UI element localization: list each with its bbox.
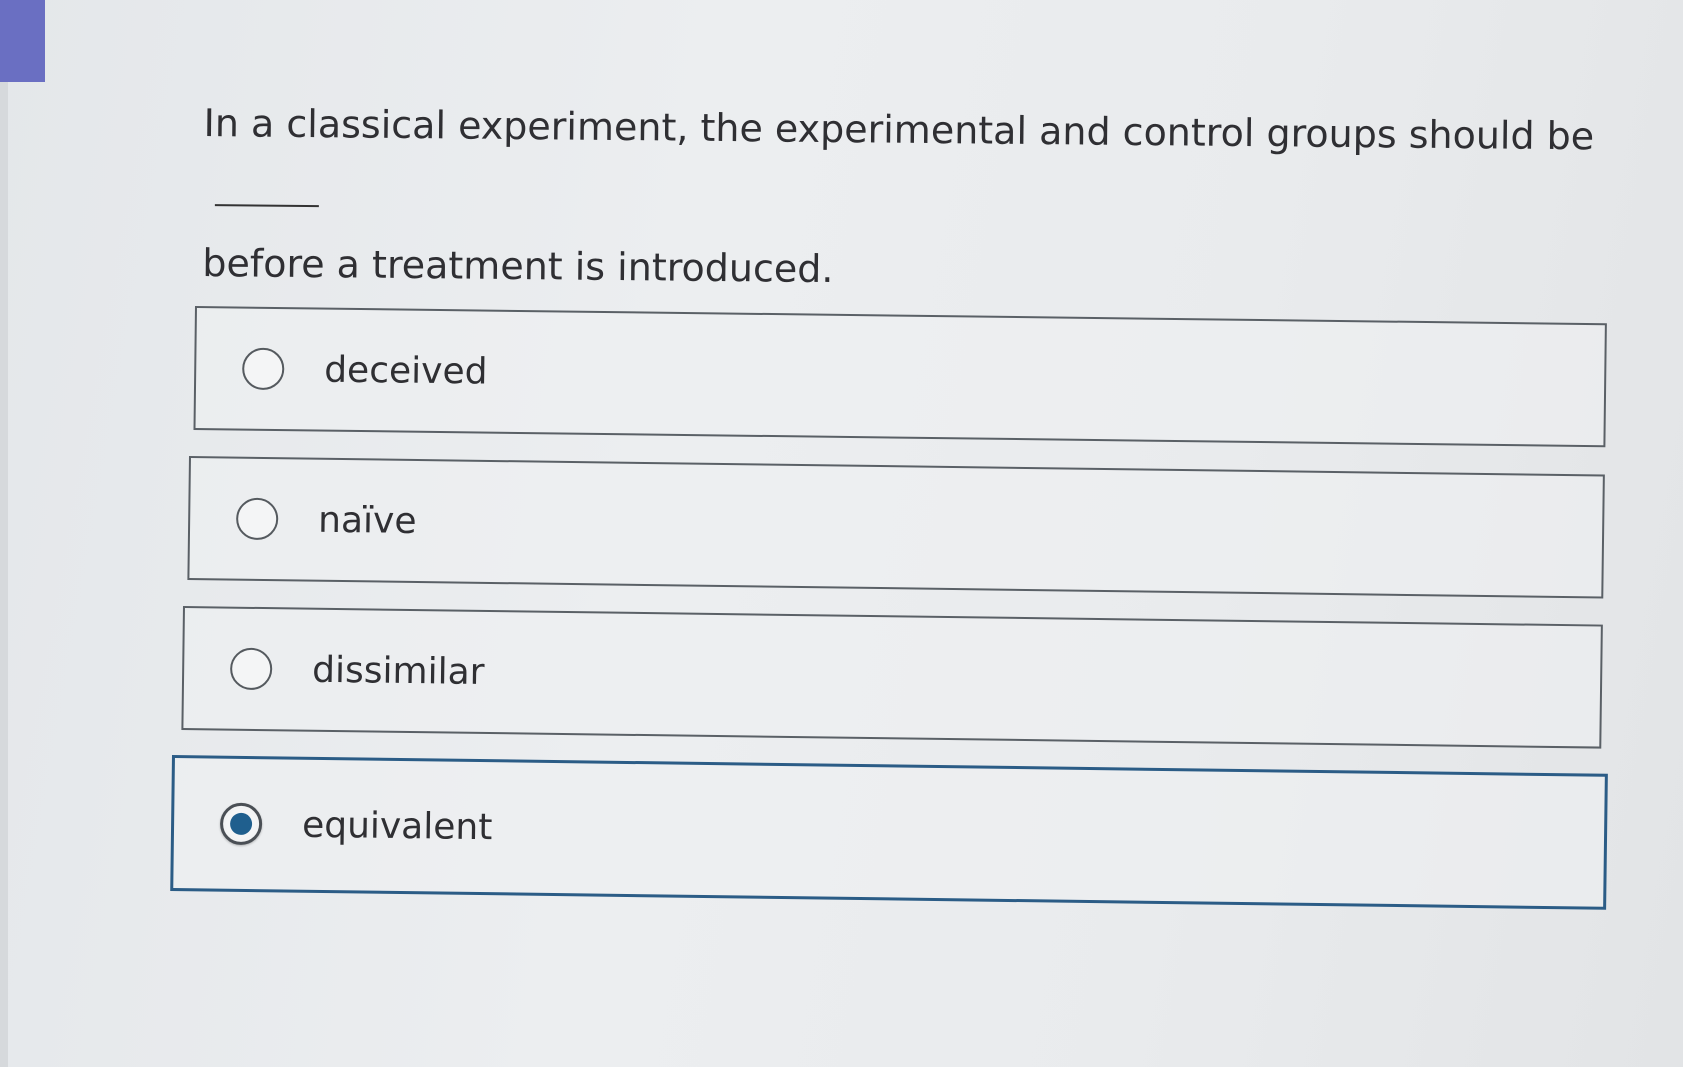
option-naive[interactable]: naïve bbox=[187, 456, 1605, 599]
option-deceived[interactable]: deceived bbox=[193, 306, 1607, 448]
option-dissimilar[interactable]: dissimilar bbox=[181, 606, 1603, 749]
radio-dot-icon bbox=[229, 812, 253, 836]
answer-options: deceived naïve dissimilar equivalent bbox=[0, 0, 1683, 1067]
option-label: dissimilar bbox=[311, 649, 485, 693]
radio-button[interactable] bbox=[229, 647, 273, 691]
quiz-page: In a classical experiment, the experimen… bbox=[0, 0, 1683, 1067]
option-equivalent[interactable]: equivalent bbox=[170, 755, 1608, 910]
option-label: deceived bbox=[323, 349, 488, 393]
radio-button[interactable] bbox=[235, 497, 279, 541]
radio-button[interactable] bbox=[219, 802, 263, 846]
radio-button[interactable] bbox=[241, 347, 285, 391]
option-label: naïve bbox=[317, 499, 417, 542]
option-label: equivalent bbox=[301, 804, 493, 848]
